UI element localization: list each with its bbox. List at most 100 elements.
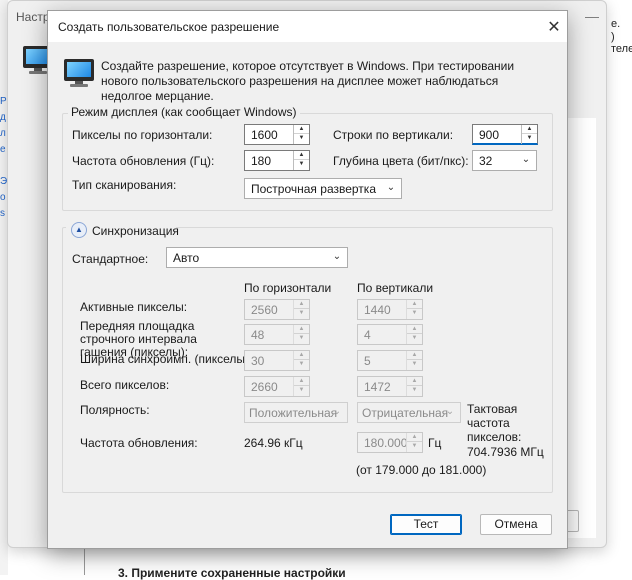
h-pixels-label: Пикселы по горизонтали:	[72, 128, 213, 142]
total-pixels-h-value: 2660	[251, 380, 278, 394]
column-vertical-header: По вертикали	[357, 281, 434, 295]
front-porch-h-value: 48	[251, 328, 265, 342]
refresh-rate-label: Частота обновления (Гц):	[72, 154, 215, 168]
refresh-rate-stepper[interactable]: 180 ▲ ▼	[244, 150, 310, 171]
spin-down-icon[interactable]: ▼	[407, 386, 422, 395]
polarity-v-select[interactable]: Отрицательная ⌄	[357, 402, 461, 423]
front-porch-v-value: 4	[364, 328, 371, 342]
sync-refresh-unit: Гц	[428, 436, 442, 450]
background-window-title: Настр	[16, 10, 50, 24]
background-text: ) теле	[611, 31, 632, 55]
background-link[interactable]: д	[0, 112, 6, 124]
pixel-clock-label: Тактовая частота пикселов:	[467, 402, 522, 444]
standard-value: Авто	[173, 251, 200, 265]
background-minimize-button[interactable]: —	[585, 8, 599, 24]
sync-width-h-stepper[interactable]: 30 ▲ ▼	[244, 350, 310, 371]
front-porch-v-stepper[interactable]: 4 ▲ ▼	[357, 324, 423, 345]
sync-width-label: Ширина синхроимп. (пикселы):	[80, 352, 253, 366]
spin-down-icon[interactable]: ▼	[407, 309, 422, 318]
chevron-down-icon: ⌄	[332, 251, 342, 262]
spin-down-icon[interactable]: ▼	[294, 134, 309, 143]
active-pixels-v-value: 1440	[364, 303, 391, 317]
scan-type-select[interactable]: Построчная развертка ⌄	[244, 178, 402, 199]
scan-type-label: Тип сканирования:	[72, 178, 177, 192]
custom-resolution-dialog: Создать пользовательское разрешение ✕ Со…	[47, 10, 568, 549]
spin-up-icon[interactable]: ▲	[294, 151, 309, 160]
display-mode-legend: Режим дисплея (как сообщает Windows)	[68, 105, 300, 119]
v-lines-stepper[interactable]: 900 ▲ ▼	[472, 124, 538, 145]
spin-down-icon[interactable]: ▼	[294, 386, 309, 395]
active-pixels-label: Активные пикселы:	[80, 300, 188, 314]
active-pixels-v-stepper[interactable]: 1440 ▲ ▼	[357, 299, 423, 320]
column-horizontal-header: По горизонтали	[244, 281, 332, 295]
background-divider	[84, 548, 85, 575]
cancel-button[interactable]: Отмена	[480, 514, 552, 535]
spin-down-icon[interactable]: ▼	[294, 360, 309, 369]
background-link[interactable]: л	[0, 128, 6, 140]
chevron-down-icon: ⌄	[521, 154, 531, 165]
chevron-down-icon: ⌄	[445, 406, 455, 417]
h-pixels-stepper[interactable]: 1600 ▲ ▼	[244, 124, 310, 145]
pixel-clock-value: 704.7936 МГц	[467, 445, 544, 459]
sync-refresh-h-value: 264.96 кГц	[244, 436, 303, 450]
spin-up-icon[interactable]: ▲	[294, 351, 309, 360]
collapse-chevron-up-icon[interactable]: ▲	[71, 222, 87, 238]
background-link[interactable]: е	[0, 144, 6, 156]
v-lines-label: Строки по вертикали:	[333, 128, 454, 142]
chevron-down-icon: ⌄	[386, 182, 396, 193]
scan-type-value: Построчная развертка	[251, 182, 376, 196]
front-porch-h-stepper[interactable]: 48 ▲ ▼	[244, 324, 310, 345]
background-link[interactable]: s	[0, 208, 5, 220]
spin-up-icon[interactable]: ▲	[407, 377, 422, 386]
h-pixels-value: 1600	[251, 128, 278, 142]
spin-up-icon[interactable]: ▲	[294, 125, 309, 134]
spin-up-icon[interactable]: ▲	[294, 377, 309, 386]
sync-refresh-label: Частота обновления:	[80, 436, 198, 450]
spin-up-icon[interactable]: ▲	[407, 351, 422, 360]
close-button[interactable]: ✕	[546, 17, 562, 37]
sync-refresh-v-stepper[interactable]: 180.000 ▲ ▼	[357, 432, 423, 453]
monitor-icon	[64, 59, 94, 87]
test-button[interactable]: Тест	[390, 514, 462, 535]
sync-width-h-value: 30	[251, 354, 265, 368]
spin-up-icon[interactable]: ▲	[522, 125, 537, 134]
sync-refresh-range: (от 179.000 до 181.000)	[356, 463, 487, 477]
color-depth-label: Глубина цвета (бит/пкс):	[333, 154, 469, 168]
spin-down-icon[interactable]: ▼	[294, 160, 309, 169]
background-heading: 3. Примените сохраненные настройки	[118, 566, 346, 580]
spin-up-icon[interactable]: ▲	[407, 325, 422, 334]
total-pixels-h-stepper[interactable]: 2660 ▲ ▼	[244, 376, 310, 397]
spin-up-icon[interactable]: ▲	[407, 300, 422, 309]
spin-down-icon[interactable]: ▼	[294, 309, 309, 318]
standard-label: Стандартное:	[72, 252, 149, 266]
v-lines-value: 900	[479, 128, 500, 142]
dialog-title: Создать пользовательское разрешение	[58, 20, 280, 34]
spin-down-icon[interactable]: ▼	[407, 442, 422, 451]
polarity-h-value: Положительная	[249, 406, 338, 420]
spin-up-icon[interactable]: ▲	[294, 300, 309, 309]
total-pixels-v-value: 1472	[364, 380, 391, 394]
spin-down-icon[interactable]: ▼	[294, 334, 309, 343]
spin-down-icon[interactable]: ▼	[407, 360, 422, 369]
spin-down-icon[interactable]: ▼	[407, 334, 422, 343]
sync-header: Синхронизация	[92, 224, 179, 238]
background-text: е.	[611, 18, 621, 30]
background-link[interactable]: Р	[0, 96, 7, 108]
chevron-down-icon: ⌄	[332, 406, 342, 417]
color-depth-select[interactable]: 32 ⌄	[472, 150, 537, 171]
spin-up-icon[interactable]: ▲	[407, 433, 422, 442]
active-pixels-h-stepper[interactable]: 2560 ▲ ▼	[244, 299, 310, 320]
intro-text: Создайте разрешение, которое отсутствует…	[101, 59, 515, 103]
spin-up-icon[interactable]: ▲	[294, 325, 309, 334]
sync-refresh-v-value: 180.000	[364, 436, 408, 450]
sync-width-v-stepper[interactable]: 5 ▲ ▼	[357, 350, 423, 371]
sync-width-v-value: 5	[364, 354, 371, 368]
spin-down-icon[interactable]: ▼	[522, 134, 537, 143]
background-link[interactable]: Э	[0, 176, 7, 188]
polarity-h-select[interactable]: Положительная ⌄	[244, 402, 348, 423]
standard-select[interactable]: Авто ⌄	[166, 247, 348, 268]
total-pixels-v-stepper[interactable]: 1472 ▲ ▼	[357, 376, 423, 397]
active-pixels-h-value: 2560	[251, 303, 278, 317]
refresh-rate-value: 180	[251, 154, 272, 168]
background-link[interactable]: о	[0, 192, 6, 204]
